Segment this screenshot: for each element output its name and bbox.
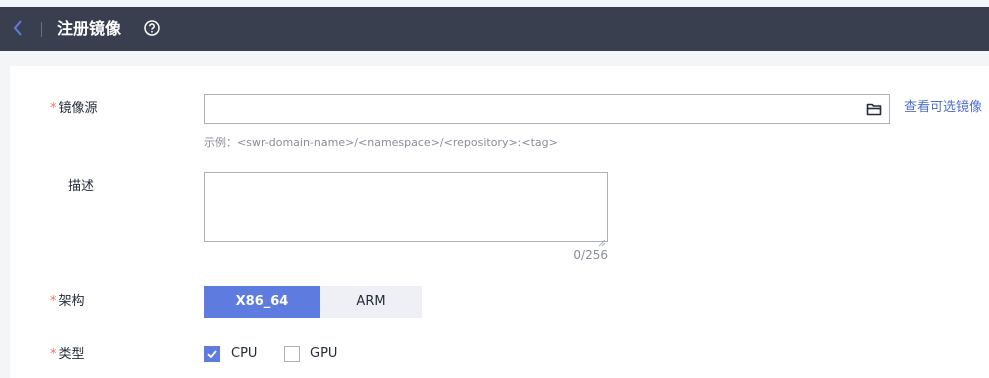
- header-divider: [41, 22, 42, 37]
- gpu-checkbox-label[interactable]: GPU: [310, 345, 337, 363]
- description-label: 描述: [68, 179, 95, 194]
- cpu-checkbox[interactable]: [204, 346, 220, 362]
- page-header: 注册镜像: [0, 7, 989, 51]
- resize-grip-icon[interactable]: [598, 232, 606, 247]
- character-counter: 0/256: [573, 248, 608, 262]
- page-title: 注册镜像: [57, 19, 122, 38]
- arch-option-x86-64[interactable]: X86_64: [204, 286, 320, 318]
- cpu-checkbox-label[interactable]: CPU: [231, 345, 257, 363]
- checkmark-icon: [207, 350, 217, 359]
- arch-option-arm[interactable]: ARM: [320, 286, 422, 318]
- question-circle-icon[interactable]: [144, 20, 160, 36]
- image-source-label: * 镜像源: [50, 101, 98, 116]
- gpu-checkbox[interactable]: [284, 346, 300, 362]
- required-mark: *: [50, 101, 57, 116]
- image-source-input[interactable]: [204, 94, 890, 124]
- type-label: * 类型: [50, 347, 85, 362]
- description-textarea[interactable]: [204, 172, 608, 242]
- image-source-hint: 示例：<swr-domain-name>/<namespace>/<reposi…: [204, 136, 558, 149]
- view-available-images-link[interactable]: 查看可选镜像: [904, 99, 982, 117]
- architecture-label: * 架构: [50, 294, 85, 309]
- back-chevron-left-icon[interactable]: [12, 18, 32, 40]
- folder-icon[interactable]: [866, 101, 882, 117]
